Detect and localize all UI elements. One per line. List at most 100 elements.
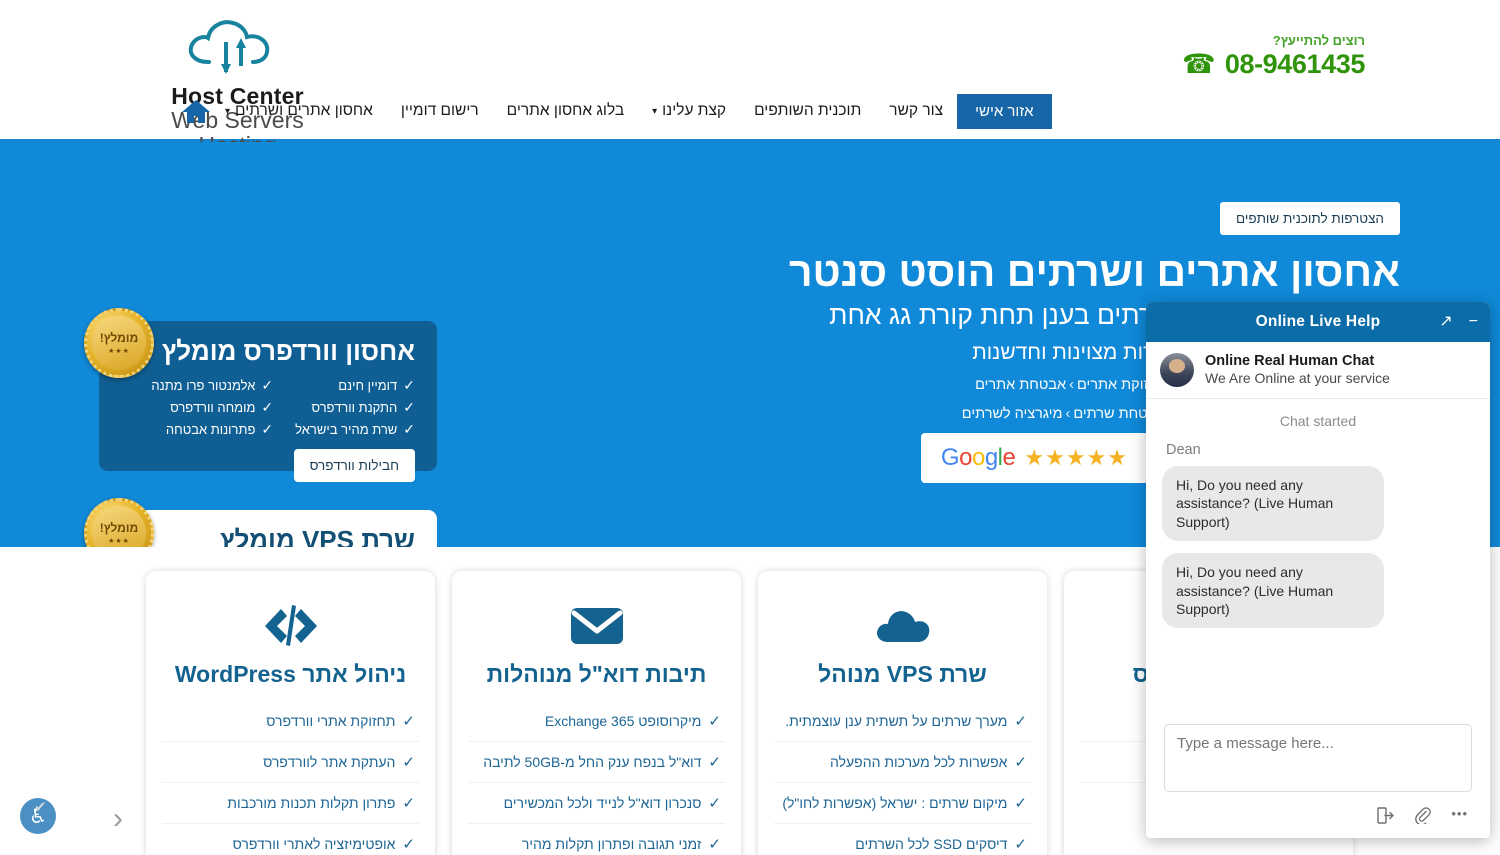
- check-icon: ✓: [1014, 754, 1027, 771]
- attachment-icon[interactable]: [1414, 807, 1432, 828]
- promo-feature: ✓ אלמנטור פרו מתנה: [151, 376, 274, 393]
- badge-stars-icon: ★★★: [108, 348, 130, 355]
- hero-link[interactable]: מיגרציה לשרתים: [962, 406, 1063, 422]
- phone-number[interactable]: 08-9461435: [1225, 49, 1366, 80]
- nav-item-about[interactable]: קצת עלינו ▾: [638, 96, 740, 126]
- feature-card-title: תיבות דוא"ל מנוהלות: [486, 661, 707, 687]
- end-chat-icon[interactable]: [1377, 807, 1395, 828]
- check-icon: ✓: [708, 836, 721, 853]
- nav-item-blog[interactable]: בלוג אחסון אתרים: [493, 96, 638, 126]
- check-icon: ✓: [261, 398, 274, 415]
- chat-started-label: Chat started: [1279, 412, 1357, 429]
- check-icon: ✓: [261, 376, 274, 393]
- feature-item: ✓ פתרון תקלות תכנות מורכבות: [162, 783, 419, 824]
- page-root: Host Center Web Servers Hosting רוצים לה…: [0, 0, 1500, 855]
- accessibility-widget[interactable]: ♿ ✔: [8, 798, 56, 842]
- expand-arrow-icon[interactable]: ↗: [1439, 314, 1452, 330]
- check-icon: ✓: [402, 713, 415, 730]
- check-icon: ✓: [402, 795, 415, 812]
- check-icon: ✓: [1014, 713, 1027, 730]
- promo-feature: ✓ דומיין חינם: [338, 376, 415, 393]
- chat-sender-name: Dean: [1166, 441, 1201, 458]
- promo-feature-column-right: ✓ אלמנטור פרו מתנה ✓ מומחה וורדפרס ✓ פתרונו…: [151, 377, 273, 438]
- feature-card-title: שרת VPS מנוהל: [818, 661, 987, 687]
- feature-card-title: ניהול אתר WordPress: [174, 661, 407, 687]
- feature-item: ✓ מיקום שרתים : ישראל (אפשרות לחו"ל): [774, 783, 1031, 824]
- star-rating-icon: ★★★★★: [1024, 445, 1128, 470]
- affiliate-program-button[interactable]: הצטרפות לתוכנית שותפים: [1219, 202, 1400, 235]
- chat-message: Hi, Do you need any assistance? (Live Hu…: [1162, 465, 1384, 542]
- google-reviews-badge[interactable]: Google ★★★★★: [920, 433, 1148, 483]
- personal-area-button[interactable]: אזור אישי: [957, 93, 1052, 129]
- chat-agent-row: Online Real Human Chat We Are Online at …: [1146, 342, 1490, 399]
- live-chat-widget[interactable]: Online Live Help ↗ − Online Real Human C…: [1146, 302, 1490, 838]
- chat-message-list: Chat started Dean Hi, Do you need any as…: [1146, 399, 1490, 696]
- chat-agent-name: Online Real Human Chat: [1205, 353, 1375, 369]
- minimize-icon[interactable]: −: [1469, 314, 1478, 330]
- badge-stars-icon: ★★★: [108, 538, 130, 545]
- feature-item: ✓ מיקרוסופט Exchange 365: [468, 701, 725, 742]
- check-icon: ✓: [403, 420, 415, 437]
- promo-feature: ✓ התקנת וורדפרס: [311, 398, 415, 415]
- nav-item-contact[interactable]: צור קשר: [875, 96, 957, 126]
- promo-title: שרת VPS מומלץ: [220, 525, 415, 547]
- nav-label: בלוג אחסון אתרים: [506, 102, 625, 119]
- feature-item: ✓ אופטימיזציה לאתרי וורדפרס: [162, 824, 419, 855]
- nav-label: תוכנית השותפים: [754, 102, 862, 119]
- home-icon[interactable]: [181, 98, 211, 125]
- chat-footer: •••: [1146, 712, 1490, 838]
- chat-title: Online Live Help: [1255, 313, 1381, 330]
- nav-item-hosting[interactable]: אחסון אתרים ושרתים ▾: [211, 96, 387, 126]
- nav-label: צור קשר: [889, 102, 944, 119]
- feature-card-vps[interactable]: שרת VPS מנוהל ✓ מערך שרתים על תשתית ענן ע…: [758, 571, 1047, 855]
- check-icon: ✓: [403, 398, 415, 415]
- promo-feature-column-left: ✓ דומיין חינם ✓ התקנת וורדפרס ✓ שרת מהיר בי…: [295, 377, 415, 438]
- hero-heading: אחסון אתרים ושרתים הוסט סנטר: [788, 249, 1400, 295]
- chevron-down-icon: ▾: [652, 105, 658, 117]
- cloud-upload-download-icon: [188, 20, 269, 74]
- feature-card-email[interactable]: תיבות דוא"ל מנוהלות ✓ מיקרוסופט Exchange …: [452, 571, 741, 855]
- chat-message-input[interactable]: [1164, 724, 1472, 792]
- nav-item-partners[interactable]: תוכנית השותפים: [740, 96, 875, 126]
- promo-title: אחסון וורדפרס מומלץ: [161, 336, 415, 366]
- more-options-icon[interactable]: •••: [1451, 807, 1468, 828]
- feature-item: ✓ זמני תגובה ופתרון תקלות מהיר: [468, 824, 725, 855]
- check-icon: ✓: [1014, 795, 1027, 812]
- feature-item: ✓ דוא"ל בנפח ענק החל מ-50GB לתיבה: [468, 742, 725, 783]
- wordpress-packages-button[interactable]: חבילות וורדפרס: [293, 448, 415, 482]
- feature-item: ✓ מערך שרתים על תשתית ענן עוצמתית.: [774, 701, 1031, 742]
- hero-link[interactable]: אבטחת אתרים: [975, 377, 1066, 393]
- feature-card-wordpress[interactable]: ניהול אתר WordPress ✓ תחזוקת אתרי וורדפרס…: [146, 571, 435, 855]
- cloud-icon: [774, 597, 1031, 655]
- feature-item: ✓ דיסקים SSD לכל השרתים: [774, 824, 1031, 855]
- check-icon: ✓: [261, 420, 274, 437]
- carousel-prev-arrow[interactable]: ‹: [113, 802, 123, 836]
- chat-message: Hi, Do you need any assistance? (Live Hu…: [1162, 553, 1384, 629]
- promo-feature: ✓ מומחה וורדפרס: [170, 398, 274, 415]
- check-icon: ✓: [708, 713, 721, 730]
- recommended-badge-wordpress: מומלץ! ★★★: [84, 308, 154, 378]
- promo-feature: ✓ פתרונות אבטחה: [165, 420, 274, 437]
- envelope-icon: [468, 597, 725, 655]
- site-header: Host Center Web Servers Hosting רוצים לה…: [0, 0, 1500, 158]
- chat-header: Online Live Help ↗ −: [1146, 302, 1490, 342]
- check-icon: ✓: [402, 754, 415, 771]
- nav-label: רישום דומיין: [400, 102, 479, 119]
- check-icon: ✓: [708, 795, 721, 812]
- phone-label: רוצים להתייעץ?: [1272, 33, 1365, 48]
- feature-item: ✓ תחזוקת אתרי וורדפרס: [162, 701, 419, 742]
- avatar: [1160, 352, 1194, 387]
- feature-item: ✓ העתקת אתר לוורדפרס: [162, 742, 419, 783]
- phone-icon: ☎: [1182, 49, 1216, 79]
- nav-item-domain[interactable]: רישום דומיין: [387, 96, 493, 126]
- check-icon: ✓: [1014, 836, 1027, 853]
- code-brackets-icon: [162, 597, 419, 655]
- google-logo: Google: [940, 444, 1016, 471]
- recommended-badge-label: מומלץ!: [99, 521, 139, 535]
- site-logo[interactable]: Host Center Web Servers Hosting: [130, 14, 345, 159]
- recommended-badge-vps: מומלץ! ★★★: [84, 498, 154, 547]
- check-icon: ✓: [402, 836, 415, 853]
- phone-block[interactable]: רוצים להתייעץ? 08-9461435 ☎: [1182, 33, 1365, 80]
- recommended-badge-label: מומלץ!: [99, 331, 139, 345]
- check-icon: ✓: [708, 754, 721, 771]
